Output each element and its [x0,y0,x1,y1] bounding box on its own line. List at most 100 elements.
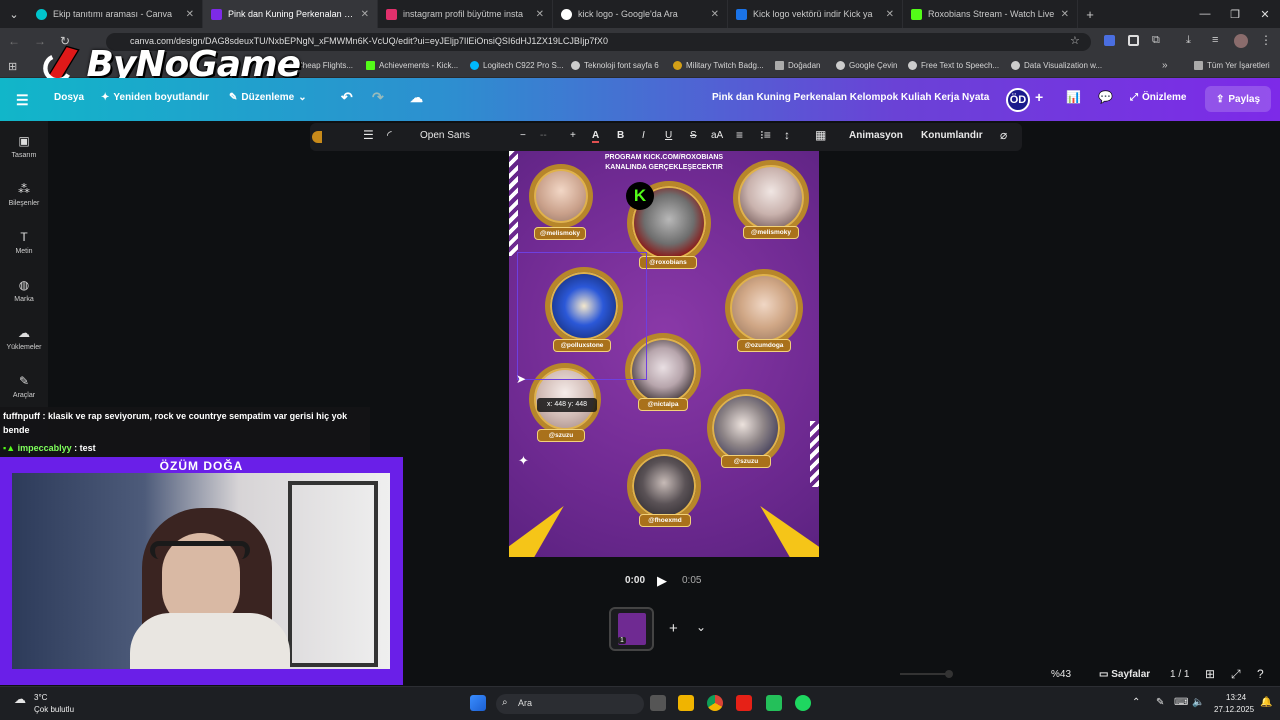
selection-box[interactable] [517,252,647,380]
browser-tab[interactable]: Roxobians Stream - Watch Live ✕ [903,0,1078,28]
bold-button[interactable]: B [617,130,624,141]
bookmark-item[interactable]: Google Çevin [836,61,897,70]
font-size-increase[interactable]: + [570,130,576,141]
underline-button[interactable]: U [665,130,672,141]
file-explorer-icon[interactable] [678,695,694,711]
extension-icon[interactable] [1128,35,1139,46]
curve-text-icon[interactable]: ◜ [387,128,392,142]
zoom-slider[interactable] [900,673,948,675]
help-icon[interactable]: ? [1257,667,1264,681]
back-icon[interactable]: ← [8,34,20,48]
expand-pages-chevron-icon[interactable]: ⌄ [696,620,706,634]
window-close-icon[interactable]: ✕ [1250,0,1280,28]
resize-button[interactable]: ✦ Yeniden boyutlandır [101,92,209,103]
hamburger-menu-icon[interactable]: ☰ [16,92,29,109]
browser-tab[interactable]: Kick logo vektörü indir Kick ya ✕ [728,0,903,28]
puzzle-icon[interactable]: ⧉ [1152,34,1160,47]
sidebar-item-elements[interactable]: ⁂ Bileşenler [0,182,48,207]
tab-close-icon[interactable]: ✕ [361,9,369,20]
text-color-icon[interactable]: A [592,130,600,143]
weather-icon[interactable]: ☁ [14,692,26,706]
app-icon[interactable] [766,695,782,711]
sidebar-item-text[interactable]: T Metin [0,230,48,255]
volume-icon[interactable]: 🔈 [1192,697,1204,708]
design-page[interactable]: PROGRAM KICK.COM/ROXOBIANS KANALINDA GER… [509,151,819,557]
pages-button[interactable]: ▭ Sayfalar [1099,669,1150,680]
grid-view-icon[interactable]: ⊞ [1205,667,1215,681]
restore-icon[interactable]: ❐ [1220,0,1250,28]
tray-chevron-icon[interactable]: ⌃ [1132,697,1140,708]
preview-button[interactable]: ⤢ Önizleme [1130,92,1186,103]
insights-icon[interactable]: 📊 [1066,90,1081,104]
zoom-level[interactable]: %43 [1051,669,1071,680]
browser-tab[interactable]: kick logo - Google'da Ara ✕ [553,0,728,28]
position-button[interactable]: Konumlandır [921,130,983,141]
italic-button[interactable]: I [642,130,645,141]
apps-icon[interactable]: ⊞ [8,60,17,73]
taskbar-search-input[interactable]: Ara [496,694,644,714]
strikethrough-button[interactable]: S [690,130,697,141]
text-align-icon[interactable]: ≡ [736,128,743,142]
task-view-icon[interactable] [650,695,666,711]
sidebar-item-brand[interactable]: ◍ Marka [0,278,48,303]
sidebar-item-tools[interactable]: ✎ Araçlar [0,374,48,399]
tab-close-icon[interactable]: ✕ [711,9,719,20]
tab-close-icon[interactable]: ✕ [1061,9,1069,20]
network-icon[interactable]: ⌨ [1174,697,1188,708]
bookmark-item[interactable]: Teknoloji font sayfa 6 [571,61,659,70]
page-thumbnail[interactable]: 1 [609,607,654,651]
bookmark-item[interactable]: Data Visualization w... [1011,61,1102,70]
align-menu-icon[interactable]: ☰ [363,128,374,142]
bookmark-item[interactable]: Military Twitch Badg... [673,61,764,70]
fullscreen-icon[interactable]: ⤢ [1231,667,1241,682]
spotify-icon[interactable] [795,695,811,711]
reading-list-icon[interactable]: ≡ [1212,34,1218,46]
sidebar-item-uploads[interactable]: ☁ Yüklemeler [0,326,48,351]
user-avatar[interactable]: ÖD [1006,88,1030,112]
more-bookmarks-icon[interactable]: » [1162,60,1168,71]
play-button-icon[interactable]: ▶ [657,573,667,589]
bookmark-item[interactable]: Logitech C922 Pro S... [470,61,564,70]
file-menu-button[interactable]: Dosya [54,92,84,103]
design-title[interactable]: Pink dan Kuning Perkenalan Kelompok Kuli… [712,92,990,103]
spacing-icon[interactable]: ↕ [784,128,790,142]
animate-button[interactable]: Animasyon [849,130,903,141]
copy-style-icon[interactable]: ⌀ [1000,128,1007,142]
transparency-icon[interactable]: ▦ [815,128,826,142]
sidebar-item-design[interactable]: ▣ Tasarım [0,134,48,159]
letter-case-button[interactable]: aA [711,130,723,141]
bookmark-item[interactable]: Achievements - Kick... [366,61,458,70]
notification-icon[interactable]: 🔔 [1260,697,1272,708]
undo-icon[interactable]: ↶ [341,89,353,106]
color-swatch[interactable] [312,131,322,143]
add-page-icon[interactable]: + [669,620,678,637]
browser-tab[interactable]: Ekip tanıtımı araması - Canva ✕ [28,0,203,28]
bookmark-item[interactable]: Free Text to Speech... [908,61,999,70]
bookmark-star-icon[interactable]: ☆ [1070,34,1080,47]
comment-icon[interactable]: 💬 [1098,90,1113,104]
download-icon[interactable]: ⤓ [1186,34,1191,47]
font-size-input[interactable]: -- [540,130,547,141]
chrome-icon[interactable] [707,695,723,711]
minimize-icon[interactable]: — [1190,0,1220,28]
add-collaborator-icon[interactable]: + [1035,89,1043,105]
share-button[interactable]: ⇪ Paylaş [1205,86,1271,112]
tab-search-icon[interactable]: ⌄ [0,0,28,28]
translate-icon[interactable] [1104,35,1115,46]
menu-icon[interactable]: ⋮ [1260,33,1272,47]
redo-icon[interactable]: ↷ [372,89,384,106]
profile-avatar[interactable] [1234,34,1248,48]
list-icon[interactable]: ⁝≡ [760,128,771,142]
editing-mode-dropdown[interactable]: ✎ Düzenleme ⌄ [229,92,307,103]
start-icon[interactable] [470,695,486,711]
zoom-slider-handle[interactable] [945,670,953,678]
tab-close-icon[interactable]: ✕ [186,9,194,20]
bookmark-folder[interactable]: Doğadan [775,61,820,70]
cloud-saved-icon[interactable]: ☁ [410,90,423,106]
browser-tab-active[interactable]: Pink dan Kuning Perkenalan Ke ✕ [203,0,378,28]
new-tab-button[interactable]: + [1078,7,1102,22]
font-family-dropdown[interactable]: Open Sans [420,130,470,141]
youtube-icon[interactable] [736,695,752,711]
font-size-decrease[interactable]: − [520,130,526,141]
browser-tab[interactable]: instagram profil büyütme insta ✕ [378,0,553,28]
